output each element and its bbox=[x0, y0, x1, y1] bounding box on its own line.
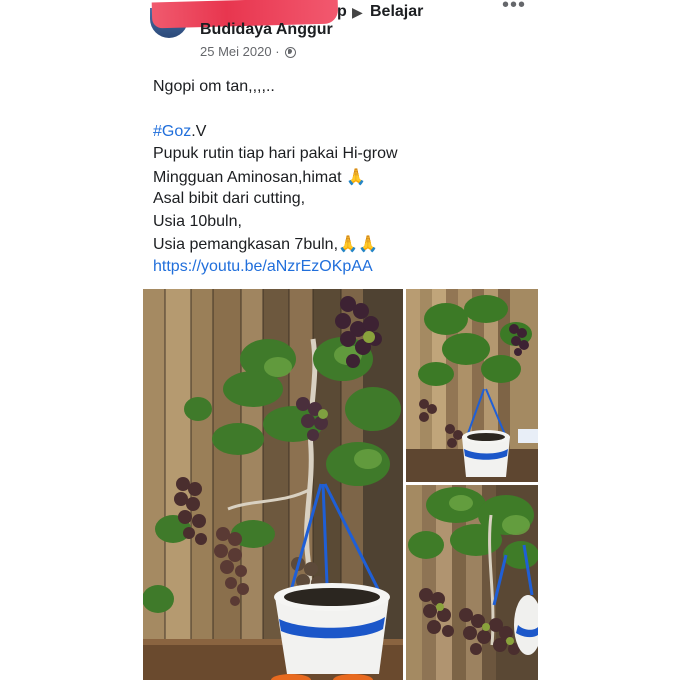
more-options-icon[interactable]: ••• bbox=[502, 0, 526, 17]
arrow-right-icon: ▶ bbox=[352, 4, 363, 20]
text-line: Usia pemangkasan 7buln,🙏🙏 bbox=[153, 233, 378, 256]
globe-icon bbox=[285, 47, 297, 58]
post-date[interactable]: 25 Mei 2020 bbox=[200, 44, 272, 59]
meta-separator: · bbox=[275, 44, 280, 59]
group-name-line1[interactable]: Belajar bbox=[370, 0, 423, 24]
hashtag-suffix: .V bbox=[191, 123, 207, 140]
text-line-part: Mingguan Aminosan,himat bbox=[153, 169, 342, 186]
text-line: Usia 10buln, bbox=[153, 213, 242, 230]
text-line-part: Usia pemangkasan 7buln, bbox=[153, 236, 339, 253]
pray-emoji-icon: 🙏 bbox=[357, 234, 378, 253]
text-line: Mingguan Aminosan,himat 🙏 bbox=[153, 166, 366, 189]
group-name-line2[interactable]: Budidaya Anggur bbox=[200, 18, 333, 42]
group-prefix-tail: p bbox=[337, 3, 347, 20]
pray-emoji-icon: 🙏 bbox=[338, 234, 358, 253]
hashtag-link[interactable]: #Goz bbox=[153, 123, 191, 140]
pray-emoji-icon: 🙏 bbox=[346, 167, 366, 186]
text-line: #Goz.V bbox=[153, 121, 206, 143]
text-line: Pupuk rutin tiap hari pakai Hi-grow bbox=[153, 145, 398, 162]
photo-grid bbox=[143, 289, 538, 680]
text-line: Asal bibit dari cutting, bbox=[153, 190, 306, 207]
text-line: Ngopi om tan,,,,.. bbox=[153, 78, 275, 95]
photo-main[interactable] bbox=[143, 289, 403, 680]
photo-bottom-right[interactable] bbox=[406, 485, 538, 680]
youtube-link[interactable]: https://youtu.be/aNzrEzOKpAA bbox=[153, 256, 373, 278]
post-meta: 25 Mei 2020 · bbox=[200, 44, 297, 59]
post-header: p ▶ Belajar Budidaya Anggur 25 Mei 2020 … bbox=[0, 0, 680, 70]
photo-top-right[interactable] bbox=[406, 289, 538, 482]
